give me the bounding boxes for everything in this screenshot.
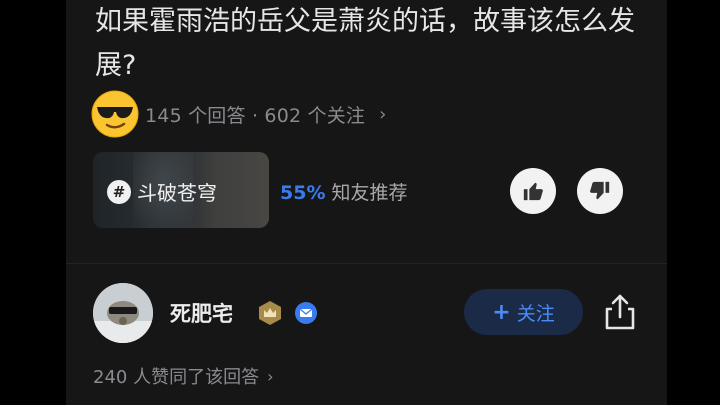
topic-name: 斗破苍穹	[137, 181, 217, 205]
question-meta[interactable]: 145 个回答 · 602 个关注 ›	[91, 90, 386, 138]
vote-up-button[interactable]	[510, 168, 556, 214]
question-title[interactable]: 如果霍雨浩的岳父是萧炎的话，故事该怎么发展?	[95, 0, 655, 88]
likes-text: 240 人赞同了该回答	[93, 367, 260, 388]
plus-icon: +	[492, 299, 511, 325]
author-name[interactable]: 死肥宅	[170, 298, 233, 328]
right-black-bar	[667, 0, 720, 405]
likes-summary[interactable]: 240 人赞同了该回答 ›	[93, 363, 273, 389]
recommend-percent: 55%	[280, 182, 326, 204]
recommend-label: 知友推荐	[331, 182, 408, 204]
hashtag-icon: #	[107, 179, 131, 204]
chevron-right-icon: ›	[379, 103, 387, 125]
vote-down-button[interactable]	[577, 168, 623, 214]
thumbs-down-icon	[590, 181, 610, 200]
follow-button[interactable]: + 关注	[464, 289, 583, 335]
app-screen: 如果霍雨浩的岳父是萧炎的话，故事该怎么发展? 145 个回答 · 602 个关注…	[66, 0, 667, 405]
chevron-right-icon: ›	[267, 366, 274, 386]
thumbs-up-icon	[523, 182, 543, 201]
cool-sunglasses-emoji-icon	[91, 90, 139, 138]
author-avatar[interactable]	[93, 283, 153, 343]
share-icon[interactable]	[602, 293, 638, 331]
topic-chip: # 斗破苍穹	[107, 177, 217, 206]
avatar-image	[93, 283, 153, 343]
crown-badge-icon[interactable]	[257, 300, 283, 326]
recommend-rate: 55% 知友推荐	[280, 178, 408, 205]
left-black-bar	[0, 0, 66, 405]
answer-follow-counts: 145 个回答 · 602 个关注	[145, 104, 366, 127]
follow-label: 关注	[516, 302, 555, 325]
section-divider	[66, 263, 667, 264]
topic-card[interactable]: # 斗破苍穹	[93, 152, 269, 228]
mail-badge-icon[interactable]	[294, 301, 318, 325]
